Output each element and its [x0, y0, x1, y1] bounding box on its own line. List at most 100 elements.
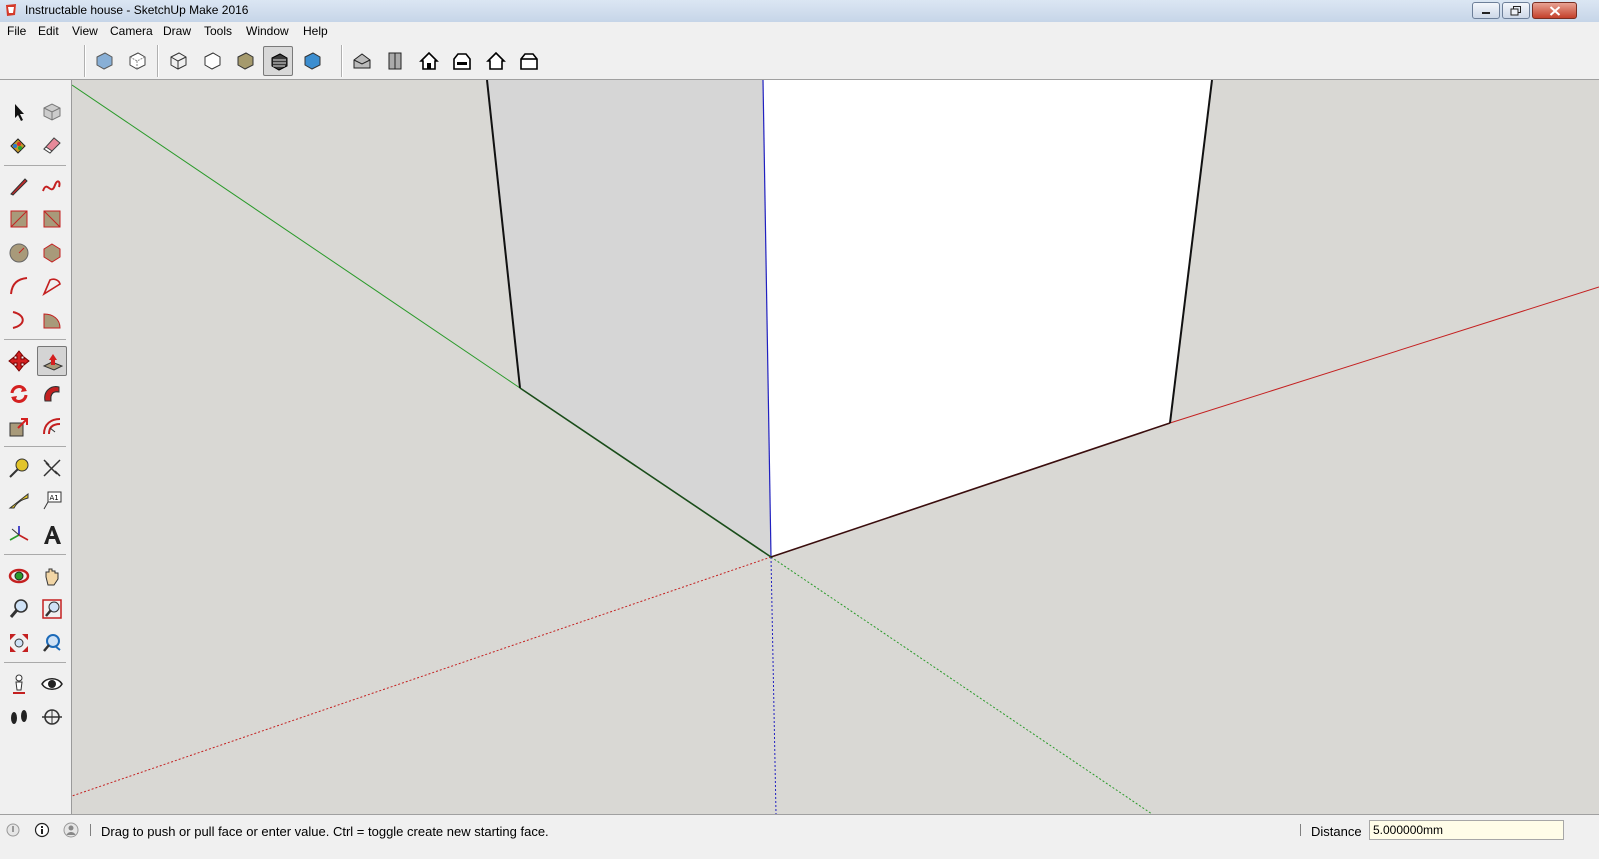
push-pull-tool[interactable] [37, 346, 67, 376]
eraser-icon [43, 137, 61, 154]
menu-window[interactable]: Window [246, 24, 289, 38]
front-view-button[interactable] [414, 46, 444, 76]
side-face[interactable] [487, 80, 771, 557]
tape-measure-tool[interactable] [4, 453, 34, 483]
menu-view[interactable]: View [72, 24, 98, 38]
hidden-line-style-button[interactable] [197, 46, 227, 76]
arc-icon [10, 277, 28, 295]
iso-view-button[interactable] [347, 46, 377, 76]
rectangle-tool[interactable] [4, 204, 34, 234]
3d-text-tool[interactable] [37, 520, 67, 550]
menu-help[interactable]: Help [303, 24, 328, 38]
zoom-extents-icon [10, 634, 28, 652]
close-button[interactable] [1532, 2, 1577, 19]
section-plane-tool[interactable] [37, 702, 67, 732]
right-view-button[interactable] [447, 46, 477, 76]
text-tool[interactable]: A1 [37, 486, 67, 516]
move-tool[interactable] [4, 346, 34, 376]
blue-axis-negative [770, 556, 777, 814]
rotate-tool[interactable] [4, 379, 34, 409]
top-view-icon [388, 52, 402, 70]
make-component-tool[interactable] [37, 97, 67, 127]
status-divider [1300, 824, 1301, 836]
position-camera-tool[interactable] [4, 669, 34, 699]
palette-separator [4, 554, 66, 555]
green-axis-negative [770, 556, 1153, 814]
freehand-icon [42, 180, 61, 192]
select-tool[interactable] [4, 97, 34, 127]
menu-file[interactable]: File [7, 24, 26, 38]
minimize-button[interactable] [1472, 2, 1500, 19]
modeling-viewport[interactable] [72, 80, 1599, 814]
axes-tool[interactable] [4, 520, 34, 550]
monochrome-style-button[interactable] [297, 46, 327, 76]
pie-icon [43, 313, 61, 329]
polygon-tool[interactable] [37, 238, 67, 268]
eraser-tool[interactable] [37, 130, 67, 160]
three-point-arc-icon [12, 311, 24, 329]
shaded-style-icon [237, 52, 254, 70]
pan-tool[interactable] [37, 561, 67, 591]
close-icon [1549, 5, 1560, 16]
follow-me-tool[interactable] [37, 379, 67, 409]
footprints-icon [11, 710, 27, 724]
look-around-tool[interactable] [37, 669, 67, 699]
shaded-with-textures-style-button[interactable] [263, 46, 293, 76]
restore-button[interactable] [1502, 2, 1530, 19]
section-plane-icon [42, 709, 62, 725]
geolocation-icon[interactable] [5, 822, 21, 838]
freehand-tool[interactable] [37, 171, 67, 201]
vcb-label: Distance [1311, 824, 1362, 839]
line-tool[interactable] [4, 171, 34, 201]
orbit-tool[interactable] [4, 561, 34, 591]
offset-tool[interactable] [37, 412, 67, 442]
zoom-window-tool[interactable] [37, 594, 67, 624]
arc-tool[interactable] [4, 271, 34, 301]
walk-tool[interactable] [4, 702, 34, 732]
top-view-button[interactable] [380, 46, 410, 76]
protractor-tool[interactable] [4, 486, 34, 516]
tool-palette: A1 [0, 80, 72, 814]
rectangle-icon [10, 210, 28, 228]
previous-view-tool[interactable] [37, 628, 67, 658]
scene-canvas[interactable] [72, 80, 1599, 814]
two-point-arc-tool[interactable] [37, 271, 67, 301]
3d-text-icon [44, 526, 61, 544]
front-face[interactable] [763, 80, 1212, 557]
status-divider [90, 824, 91, 836]
three-point-arc-tool[interactable] [4, 305, 34, 335]
two-point-arc-icon [42, 278, 61, 297]
protractor-icon [8, 492, 29, 509]
measurements-input[interactable]: 5.000000mm [1369, 820, 1564, 840]
menu-edit[interactable]: Edit [38, 24, 59, 38]
menu-tools[interactable]: Tools [204, 24, 232, 38]
dimension-tool[interactable] [37, 453, 67, 483]
zoom-extents-tool[interactable] [4, 628, 34, 658]
zoom-tool[interactable] [4, 594, 34, 624]
left-view-button[interactable] [514, 46, 544, 76]
menu-camera[interactable]: Camera [110, 24, 153, 38]
back-edges-style-button[interactable] [122, 46, 152, 76]
wireframe-style-button[interactable] [163, 46, 193, 76]
xray-style-icon [96, 52, 113, 70]
circle-tool[interactable] [4, 238, 34, 268]
menu-draw[interactable]: Draw [163, 24, 191, 38]
iso-view-icon [353, 53, 371, 69]
axes-icon [9, 526, 29, 541]
tape-measure-icon [9, 458, 29, 478]
wireframe-style-icon [170, 52, 187, 70]
rotated-rectangle-tool[interactable] [37, 204, 67, 234]
scale-tool[interactable] [4, 412, 34, 442]
right-view-icon [453, 53, 471, 70]
pie-tool[interactable] [37, 305, 67, 335]
toolbar-separator [341, 45, 343, 77]
back-view-button[interactable] [481, 46, 511, 76]
xray-style-button[interactable] [89, 46, 119, 76]
paint-bucket-icon [10, 138, 26, 154]
text-label-icon: A1 [43, 491, 62, 510]
credits-info-icon[interactable] [34, 822, 50, 838]
paint-bucket-tool[interactable] [4, 130, 34, 160]
user-account-icon[interactable] [63, 822, 79, 838]
shaded-style-button[interactable] [230, 46, 260, 76]
eye-icon [41, 678, 63, 690]
